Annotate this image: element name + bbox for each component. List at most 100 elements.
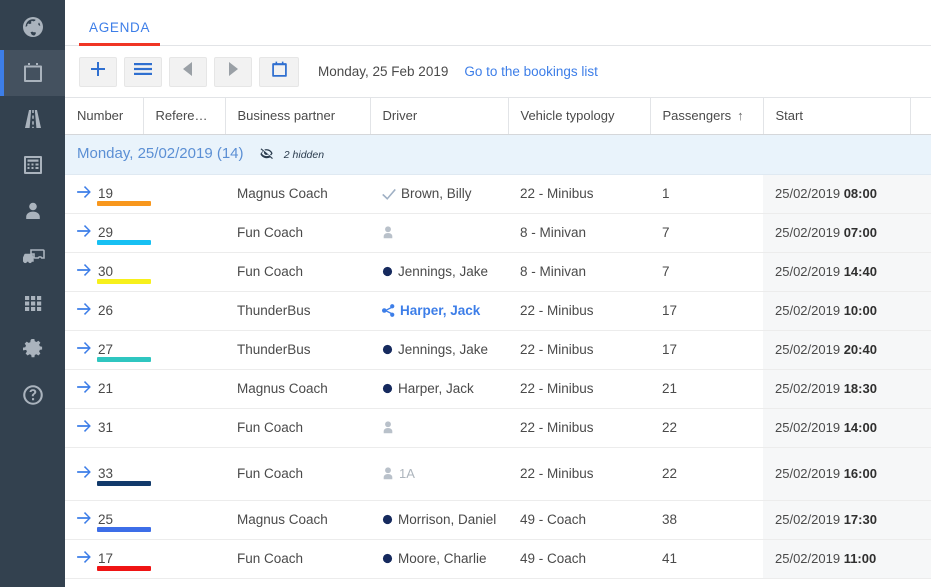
menu-button[interactable] — [124, 56, 162, 87]
table-row[interactable]: 29 Fun Coach 8 - Minivan 7 25/02/2019 07:00 — [65, 213, 931, 253]
cell-number[interactable]: 31 — [65, 408, 143, 448]
sidebar-item-accounting[interactable] — [0, 142, 65, 188]
sidebar-item-settings[interactable] — [0, 326, 65, 372]
cell-vehicle-typology: 22 - Minibus — [508, 174, 650, 214]
sort-ascending-icon: ↑ — [737, 108, 744, 124]
app-root: AGENDA Monday, 25 Feb 2019 Go to the boo… — [0, 0, 931, 587]
check-icon — [382, 188, 396, 200]
column-header-vehicle-typology[interactable]: Vehicle typology — [508, 98, 651, 135]
column-header-start[interactable]: Start — [763, 98, 911, 135]
cell-driver[interactable] — [370, 213, 508, 253]
table-row[interactable]: 25 Magnus Coach Morrison, Daniel 49 - Coach… — [65, 500, 931, 540]
group-title: Monday, 25/02/2019 (14) — [77, 145, 244, 162]
arrow-right-icon[interactable] — [77, 551, 91, 566]
next-day-button[interactable] — [214, 56, 252, 87]
cell-business-partner: Magnus Coach — [225, 369, 370, 409]
cell-reference — [143, 330, 225, 370]
cell-number[interactable]: 30 — [65, 252, 151, 292]
cell-number[interactable]: 25 — [65, 500, 151, 540]
date-picker-button[interactable] — [259, 56, 299, 87]
column-header-extra[interactable] — [910, 98, 931, 135]
cell-driver[interactable]: Jennings, Jake — [370, 330, 508, 370]
row-number-label: 25 — [98, 512, 114, 527]
cell-driver[interactable]: Harper, Jack — [370, 369, 508, 409]
agenda-table: Number Refere… Business partner Driver V… — [65, 98, 931, 579]
row-color-bar — [97, 526, 151, 532]
cell-driver[interactable]: Morrison, Daniel — [370, 500, 508, 540]
arrow-right-icon[interactable] — [77, 512, 91, 527]
cell-driver[interactable]: Moore, Charlie — [370, 539, 508, 579]
cell-number[interactable]: 27 — [65, 330, 151, 370]
table-row[interactable]: 17 Fun Coach Moore, Charlie 49 - Coach 41 25/… — [65, 539, 931, 579]
eye-slash-icon[interactable] — [259, 148, 278, 163]
table-row[interactable]: 30 Fun Coach Jennings, Jake 8 - Minivan 7 25/… — [65, 252, 931, 292]
sidebar-item-agenda[interactable] — [0, 50, 65, 96]
cell-passengers: 22 — [650, 408, 763, 448]
row-number-label: 17 — [98, 551, 114, 566]
sidebar-item-routes[interactable] — [0, 96, 65, 142]
column-header-business-partner[interactable]: Business partner — [225, 98, 371, 135]
arrow-right-icon[interactable] — [77, 342, 91, 357]
cell-reference — [143, 500, 225, 540]
cell-business-partner: Fun Coach — [225, 539, 370, 579]
table-row[interactable]: 21 Magnus Coach Harper, Jack 22 - Minibus 21… — [65, 369, 931, 409]
cell-passengers: 38 — [650, 500, 763, 540]
cell-extra — [910, 500, 931, 540]
sidebar-item-globe[interactable] — [0, 4, 65, 50]
sidebar-item-apps[interactable] — [0, 280, 65, 326]
cell-start: 25/02/2019 20:40 — [763, 330, 910, 370]
group-header-row[interactable]: Monday, 25/02/2019 (14) 2 hidden — [65, 134, 931, 175]
column-header-driver[interactable]: Driver — [370, 98, 509, 135]
person-icon — [382, 226, 394, 239]
cell-driver[interactable]: Jennings, Jake — [370, 252, 508, 292]
previous-day-button[interactable] — [169, 56, 207, 87]
cell-vehicle-typology: 22 - Minibus — [508, 291, 650, 331]
cell-number[interactable]: 33 — [65, 447, 151, 501]
cell-number[interactable]: 26 — [65, 291, 143, 331]
column-header-reference[interactable]: Refere… — [143, 98, 226, 135]
cell-passengers: 17 — [650, 291, 763, 331]
cell-driver[interactable]: Harper, Jack — [370, 291, 508, 331]
arrow-right-icon[interactable] — [77, 303, 91, 318]
table-row[interactable]: 33 Fun Coach 1A 22 - Minibus 22 25/02/2019 16… — [65, 447, 931, 501]
sidebar-item-contacts[interactable] — [0, 188, 65, 234]
table-header: Number Refere… Business partner Driver V… — [65, 98, 931, 135]
cell-extra — [910, 213, 931, 253]
start-date-label: 25/02/2019 — [775, 186, 844, 201]
add-button[interactable] — [79, 56, 117, 87]
dot-icon — [382, 553, 393, 564]
cell-driver[interactable] — [370, 408, 508, 448]
table-row[interactable]: 26 ThunderBus Harper, Jack 22 - Minibus 17 25… — [65, 291, 931, 331]
cell-number[interactable]: 29 — [65, 213, 151, 253]
cell-passengers: 22 — [650, 447, 763, 501]
arrow-right-icon[interactable] — [77, 420, 91, 435]
arrow-right-icon[interactable] — [77, 381, 91, 396]
start-date-label: 25/02/2019 — [775, 420, 844, 435]
agenda-table-container[interactable]: Number Refere… Business partner Driver V… — [65, 98, 931, 587]
tab-agenda[interactable]: AGENDA — [79, 20, 161, 46]
cell-number[interactable]: 17 — [65, 539, 151, 579]
table-row[interactable]: 19 Magnus Coach Brown, Billy 22 - Minibus 1 2… — [65, 174, 931, 214]
table-row[interactable]: 31 Fun Coach 22 - Minibus 22 25/02/2019 14:0… — [65, 408, 931, 448]
column-header-number[interactable]: Number — [65, 98, 144, 135]
table-row[interactable]: 27 ThunderBus Jennings, Jake 22 - Minibus 17… — [65, 330, 931, 370]
cell-number[interactable]: 21 — [65, 369, 143, 409]
bookings-list-link[interactable]: Go to the bookings list — [464, 64, 598, 79]
table-body: Monday, 25/02/2019 (14) 2 hidden 19 Magnu… — [65, 134, 931, 579]
arrow-right-icon[interactable] — [77, 466, 91, 481]
arrow-right-icon[interactable] — [77, 186, 91, 201]
sidebar-item-help[interactable] — [0, 372, 65, 418]
arrow-right-icon[interactable] — [77, 264, 91, 279]
cell-number[interactable]: 19 — [65, 174, 151, 214]
column-label: Number — [77, 108, 124, 124]
driver-name-label[interactable]: Harper, Jack — [400, 303, 480, 318]
cell-driver[interactable]: 1A — [370, 447, 508, 501]
column-label: Business partner — [237, 108, 336, 124]
cell-driver[interactable]: Brown, Billy — [370, 174, 508, 214]
cell-vehicle-typology: 49 - Coach — [508, 500, 650, 540]
column-header-passengers[interactable]: Passengers ↑ — [650, 98, 764, 135]
start-time-label: 07:00 — [843, 225, 877, 240]
sidebar-item-fleet[interactable] — [0, 234, 65, 280]
cell-business-partner: ThunderBus — [225, 330, 370, 370]
arrow-right-icon[interactable] — [77, 225, 91, 240]
